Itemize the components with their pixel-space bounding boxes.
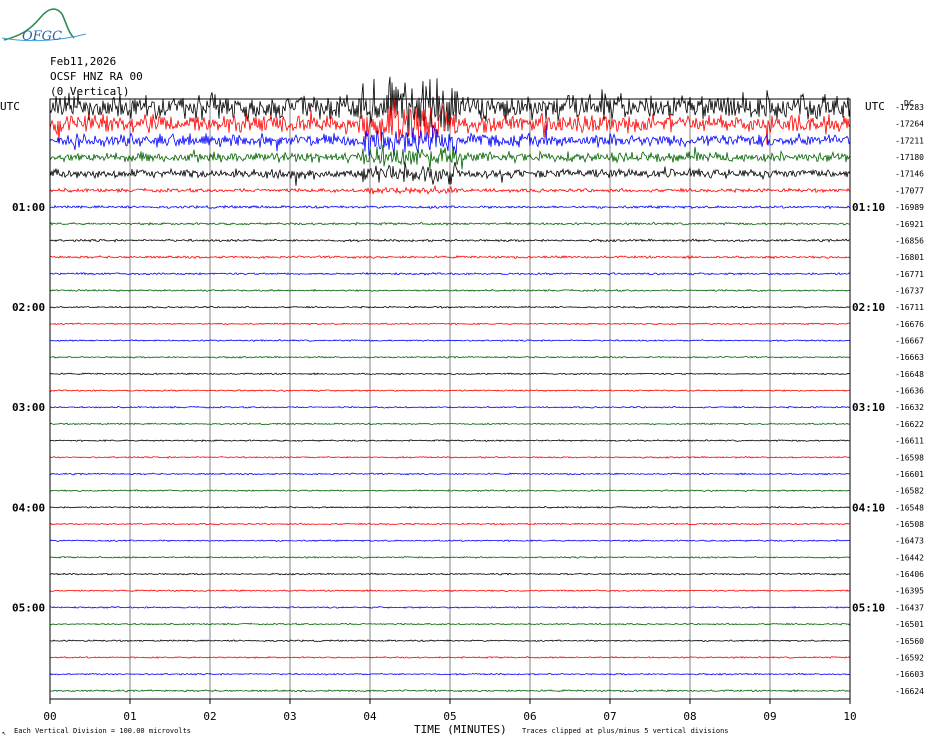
trace-offset-label: -16636: [895, 387, 924, 396]
trace-offset-label: -17211: [895, 136, 924, 145]
trace-offset-label: -16632: [895, 403, 924, 412]
trace-offset-label: -16582: [895, 487, 924, 496]
x-tick-label: 04: [363, 710, 377, 723]
trace-offset-label: -16508: [895, 520, 924, 529]
trace-offset-label: -16622: [895, 420, 924, 429]
trace-offset-label: -17283: [895, 103, 924, 112]
trace-offset-label: -16611: [895, 437, 924, 446]
left-time-label: 04:00: [12, 501, 45, 514]
x-tick-label: 10: [843, 710, 856, 723]
x-tick-label: 05: [443, 710, 456, 723]
x-tick-label: 01: [123, 710, 136, 723]
x-tick-label: 02: [203, 710, 216, 723]
x-tick-label: 07: [603, 710, 616, 723]
utc-left-label: UTC: [0, 100, 20, 113]
right-time-label: 02:10: [852, 301, 885, 314]
helicorder-plot: OFGC Feb11,2026 OCSF HNZ RA 00 (0 Vertic…: [0, 8, 924, 737]
trace-offset-label: -16663: [895, 353, 924, 362]
logo-text: OFGC: [22, 29, 62, 44]
footer-division-note: Each Vertical Division = 100.00 microvol…: [14, 727, 191, 735]
trace-offset-label: -16989: [895, 203, 924, 212]
x-tick-label: 09: [763, 710, 776, 723]
footer-clip-note: Traces clipped at plus/minus 5 vertical …: [522, 727, 729, 735]
trace-offset-label: -16667: [895, 337, 924, 346]
x-tick-label: 00: [43, 710, 56, 723]
trace-offset-label: -16676: [895, 320, 924, 329]
trace-offset-label: -16437: [895, 603, 924, 612]
trace-offset-label: -16624: [895, 687, 924, 696]
trace-offset-label: -17146: [895, 170, 924, 179]
trace-offset-label: -16406: [895, 570, 924, 579]
footer-corner-mark: ↖: [2, 729, 6, 737]
x-tick-label: 06: [523, 710, 536, 723]
utc-right-label: UTC: [865, 100, 885, 113]
right-time-label: 03:10: [852, 401, 885, 414]
trace-offset-label: -16560: [895, 637, 924, 646]
right-time-label: 01:10: [852, 201, 885, 214]
trace-offset-label: -16501: [895, 620, 924, 629]
x-axis-title: TIME (MINUTES): [414, 723, 507, 736]
header-station: OCSF HNZ RA 00: [50, 70, 143, 83]
trace-offset-label: -16442: [895, 553, 924, 562]
trace-offset-label: -16648: [895, 370, 924, 379]
header-component: (0 Vertical): [50, 85, 129, 98]
trace-offset-label: -16801: [895, 253, 924, 262]
x-tick-label: 08: [683, 710, 696, 723]
trace-offset-label: -16548: [895, 503, 924, 512]
trace-offset-label: -17077: [895, 186, 924, 195]
left-time-label: 01:00: [12, 201, 45, 214]
trace-offset-label: -16592: [895, 653, 924, 662]
logo: OFGC: [1, 8, 87, 44]
header-date: Feb11,2026: [50, 55, 116, 68]
trace-offset-label: -16771: [895, 270, 924, 279]
trace-offset-labels: -17283 -17264 -17211 -17180 -17146 -17077 -169…: [895, 103, 924, 696]
trace-offset-label: -16603: [895, 670, 924, 679]
trace-offset-label: -17264: [895, 120, 924, 129]
left-time-label: 03:00: [12, 401, 45, 414]
trace-offset-label: -17180: [895, 153, 924, 162]
x-tick-label: 03: [283, 710, 296, 723]
trace-offset-label: -16473: [895, 537, 924, 546]
trace-offset-label: -16737: [895, 286, 924, 295]
trace-offset-label: -16598: [895, 453, 924, 462]
trace-offset-label: -16921: [895, 220, 924, 229]
x-axis-ticks: 00 01 02 03 04 05 06 07 08 09 10: [43, 699, 857, 723]
left-time-label: 02:00: [12, 301, 45, 314]
right-time-label: 04:10: [852, 501, 885, 514]
trace-offset-label: -16395: [895, 587, 924, 596]
trace-offset-label: -16711: [895, 303, 924, 312]
trace-offset-label: -16856: [895, 236, 924, 245]
left-time-label: 05:00: [12, 601, 45, 614]
trace-offset-label: -16601: [895, 470, 924, 479]
right-time-label: 05:10: [852, 601, 885, 614]
